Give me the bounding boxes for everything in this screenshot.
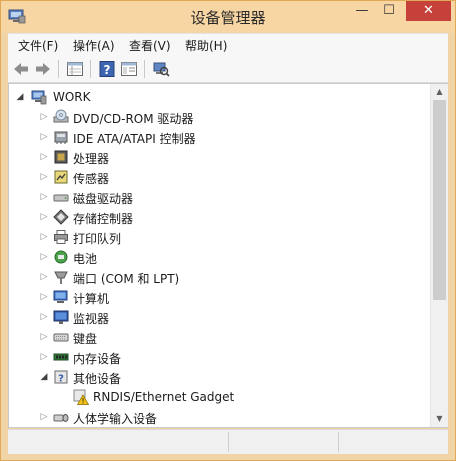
disk-drive-icon	[53, 194, 69, 202]
scroll-down-arrow-icon[interactable]: ▼	[431, 411, 448, 427]
device-manager-window: 设备管理器 — ☐ ✕ 文件(F) 操作(A) 查看(V) 帮助(H) ? ◢ …	[0, 0, 456, 461]
tree-item[interactable]: ▷ 键盘	[9, 327, 429, 347]
toolbar-separator	[144, 60, 145, 78]
tree-item-expanded[interactable]: ◢ ? 其他设备	[9, 367, 429, 387]
expand-arrow-icon[interactable]: ▷	[39, 151, 49, 163]
battery-icon	[54, 250, 68, 264]
expand-arrow-icon[interactable]: ▷	[39, 171, 49, 183]
svg-text:?: ?	[104, 63, 111, 77]
tree-item[interactable]: ▷ IDE ATA/ATAPI 控制器	[9, 127, 429, 147]
expand-arrow-icon[interactable]: ▷	[39, 131, 49, 143]
tree-item[interactable]: ▷ 打印队列	[9, 227, 429, 247]
tree-item[interactable]: ▷ 存储控制器	[9, 207, 429, 227]
status-bar	[8, 429, 448, 454]
tree-item[interactable]: ▷ DVD/CD-ROM 驱动器	[9, 107, 429, 127]
expand-arrow-icon[interactable]: ▷	[39, 351, 49, 363]
tree-item-label: IDE ATA/ATAPI 控制器	[73, 132, 196, 146]
memory-icon	[53, 353, 69, 361]
tree-item-label: 存储控制器	[73, 212, 134, 226]
tree-item-label: 电池	[73, 252, 98, 266]
menu-view[interactable]: 查看(V)	[129, 37, 171, 54]
back-arrow-icon[interactable]	[12, 60, 30, 78]
menu-file[interactable]: 文件(F)	[18, 37, 58, 54]
tree-item[interactable]: ▷ 端口 (COM 和 LPT)	[9, 267, 429, 287]
processor-icon	[54, 150, 68, 164]
tree-item-label: 打印队列	[73, 232, 122, 246]
tree-root[interactable]: ◢ WORK	[9, 87, 429, 107]
close-button[interactable]: ✕	[406, 1, 451, 21]
hid-icon	[53, 414, 69, 422]
tree-child-item[interactable]: RNDIS/Ethernet Gadget	[9, 387, 429, 407]
help-icon[interactable]: ?	[98, 60, 116, 78]
tree-item-label: 传感器	[73, 172, 110, 186]
tree-item-label: 监视器	[73, 312, 110, 326]
storage-controller-icon	[53, 209, 69, 225]
warning-device-icon	[73, 389, 89, 405]
scan-hardware-icon[interactable]	[152, 60, 170, 78]
expand-arrow-icon[interactable]: ▷	[39, 331, 49, 343]
tree-item-label: 键盘	[73, 332, 98, 346]
tree-item-label: 处理器	[73, 152, 110, 166]
tree-item-label: DVD/CD-ROM 驱动器	[73, 112, 194, 126]
status-separator	[338, 432, 339, 452]
dvd-drive-icon	[53, 109, 69, 123]
port-icon	[54, 271, 68, 284]
expand-arrow-icon[interactable]: ▷	[39, 191, 49, 203]
tree-item[interactable]: ▷ 计算机	[9, 287, 429, 307]
tree-item-label: 其他设备	[73, 372, 122, 386]
ide-controller-icon	[54, 131, 68, 144]
tree-item-label: 磁盘驱动器	[73, 192, 134, 206]
printer-icon	[54, 230, 68, 244]
maximize-button[interactable]: ☐	[376, 1, 402, 21]
tree-item-label: 内存设备	[73, 352, 122, 366]
sensor-icon	[54, 170, 68, 184]
forward-arrow-icon[interactable]	[34, 60, 52, 78]
toolbar-separator	[58, 60, 59, 78]
expand-arrow-icon[interactable]: ▷	[39, 231, 49, 243]
expand-arrow-icon[interactable]: ▷	[39, 111, 49, 123]
minimize-button[interactable]: —	[349, 1, 375, 21]
status-separator	[228, 432, 229, 452]
computer-root-icon	[31, 90, 47, 105]
title-bar[interactable]: 设备管理器 — ☐ ✕	[1, 1, 455, 33]
svg-text:?: ?	[58, 374, 64, 385]
toolbar: ?	[8, 56, 448, 83]
tree-item[interactable]: ▷ 传感器	[9, 167, 429, 187]
collapse-arrow-icon[interactable]: ◢	[15, 91, 25, 103]
device-tree: ◢ WORK ▷ DVD/CD-ROM 驱动器 ▷ IDE ATA/ATAPI …	[9, 84, 429, 427]
tree-child-label: RNDIS/Ethernet Gadget	[93, 390, 235, 404]
device-tree-pane: ◢ WORK ▷ DVD/CD-ROM 驱动器 ▷ IDE ATA/ATAPI …	[8, 83, 448, 428]
menu-bar: 文件(F) 操作(A) 查看(V) 帮助(H)	[8, 33, 448, 56]
tree-item-label: 计算机	[73, 292, 110, 306]
console-tree-icon[interactable]	[120, 60, 138, 78]
tree-item[interactable]: ▷ 磁盘驱动器	[9, 187, 429, 207]
scrollbar-thumb[interactable]	[433, 100, 446, 300]
tree-item[interactable]: ▷ 电池	[9, 247, 429, 267]
expand-arrow-icon[interactable]: ▷	[39, 251, 49, 263]
tree-item[interactable]: ▷ 内存设备	[9, 347, 429, 367]
tree-item[interactable]: ▷ 人体学输入设备	[9, 407, 429, 427]
toolbar-separator	[90, 60, 91, 78]
menu-help[interactable]: 帮助(H)	[185, 37, 227, 54]
vertical-scrollbar[interactable]: ▲ ▼	[430, 84, 448, 427]
expand-arrow-icon[interactable]: ▷	[39, 411, 49, 423]
collapse-arrow-icon[interactable]: ◢	[39, 371, 49, 383]
properties-grid-icon[interactable]	[66, 60, 84, 78]
expand-arrow-icon[interactable]: ▷	[39, 211, 49, 223]
monitor-icon	[53, 310, 69, 324]
tree-item-label: 端口 (COM 和 LPT)	[73, 272, 180, 286]
tree-item[interactable]: ▷ 监视器	[9, 307, 429, 327]
computer-icon	[53, 290, 68, 303]
tree-item[interactable]: ▷ 处理器	[9, 147, 429, 167]
scroll-up-arrow-icon[interactable]: ▲	[431, 84, 448, 100]
keyboard-icon	[53, 333, 69, 342]
tree-root-label: WORK	[53, 90, 91, 104]
menu-action[interactable]: 操作(A)	[73, 37, 115, 54]
expand-arrow-icon[interactable]: ▷	[39, 271, 49, 283]
other-devices-icon: ?	[54, 370, 68, 385]
tree-item-label: 人体学输入设备	[73, 412, 158, 426]
expand-arrow-icon[interactable]: ▷	[39, 311, 49, 323]
expand-arrow-icon[interactable]: ▷	[39, 291, 49, 303]
